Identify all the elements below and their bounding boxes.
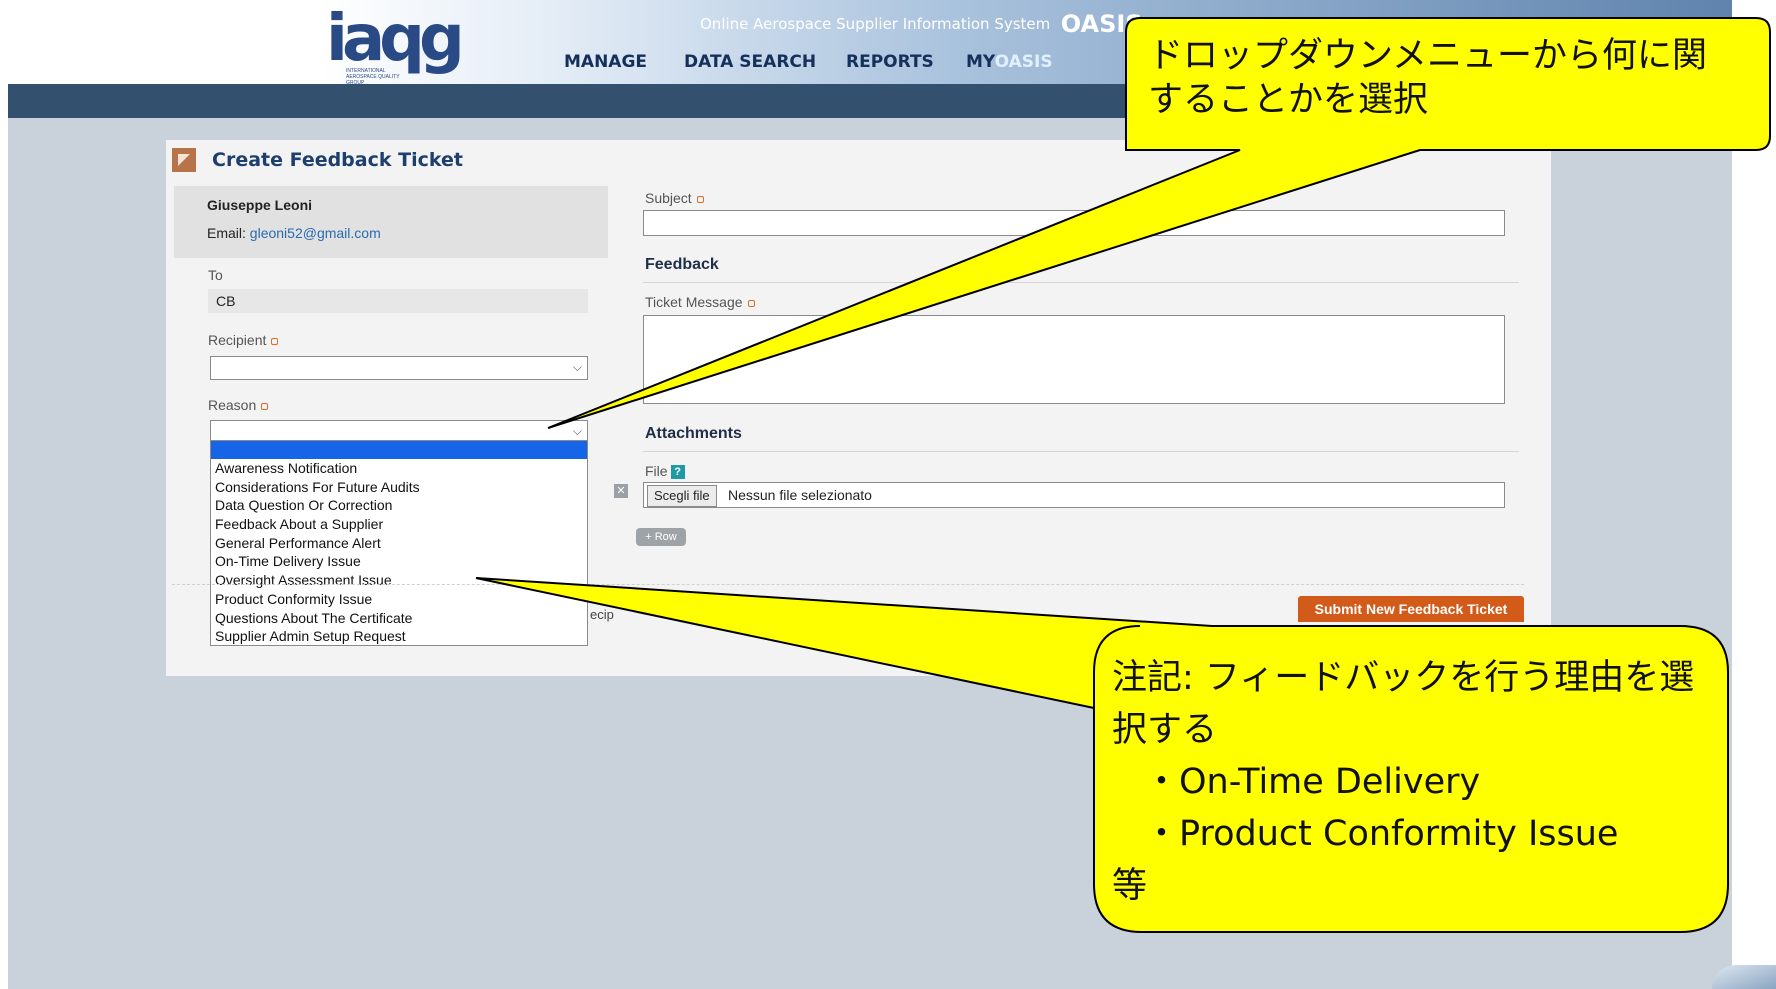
callout-bottom-bullet: ・Product Conformity Issue: [1144, 814, 1619, 854]
callout-bottom-text: 注記: フィードバックを行う理由を選択する ・On-Time Delivery …: [1112, 652, 1722, 912]
callout-bottom-bullet: ・On-Time Delivery: [1144, 762, 1481, 802]
callout-top-text: ドロップダウンメニューから何に関することかを選択: [1148, 36, 1707, 120]
callout-bottom-line-end: 等: [1112, 866, 1148, 906]
corner-decoration: [1712, 965, 1776, 989]
callout-bottom-line1: 注記: フィードバックを行う理由を選択する: [1112, 658, 1695, 750]
